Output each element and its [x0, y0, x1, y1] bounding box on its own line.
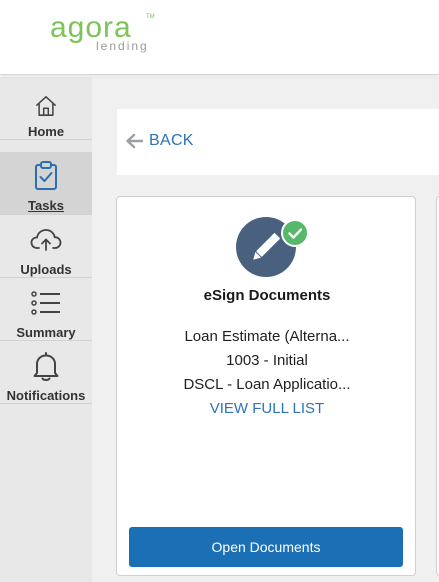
card-title: eSign Documents — [203, 287, 331, 304]
sidebar-item-uploads[interactable]: Uploads — [0, 215, 92, 278]
sidebar-item-label: Tasks — [28, 198, 64, 213]
sidebar-item-label: Summary — [16, 325, 76, 340]
sidebar-item-label: Notifications — [6, 388, 86, 403]
sidebar-item-home[interactable]: Home — [0, 77, 92, 140]
sidebar-item-tasks[interactable]: Tasks — [0, 152, 92, 215]
sidebar-item-label: Uploads — [20, 262, 72, 277]
status-badge — [281, 219, 309, 247]
cloud-upload-icon — [30, 229, 62, 251]
esign-documents-card: eSign Documents Loan Estimate (Alterna..… — [116, 196, 416, 576]
back-button[interactable]: BACK — [125, 130, 194, 152]
clipboard-check-icon — [35, 161, 57, 190]
open-documents-button[interactable]: Open Documents — [129, 527, 403, 567]
sidebar-item-summary[interactable]: Summary — [0, 278, 92, 341]
sidebar-item-label: Home — [27, 124, 65, 139]
agora-logo[interactable]: agora TM lending — [50, 12, 160, 56]
check-icon — [288, 228, 303, 239]
logo-trademark: TM — [146, 14, 155, 20]
list-item: DSCL - Loan Applicatio... — [183, 376, 351, 393]
arrow-left-icon — [126, 133, 143, 149]
list-item: Loan Estimate (Alterna... — [184, 328, 350, 345]
bell-icon — [33, 352, 59, 381]
document-list: Loan Estimate (Alterna... 1003 - Initial… — [117, 325, 417, 421]
back-bar: BACK — [117, 109, 439, 175]
app-header: agora TM lending — [0, 0, 439, 75]
sidebar: Home Tasks Uploads Summary Notifications — [0, 77, 92, 582]
home-icon — [36, 96, 56, 116]
logo-subtitle: lending — [96, 39, 149, 53]
list-icon — [31, 291, 60, 315]
view-full-list-link[interactable]: VIEW FULL LIST — [117, 397, 417, 421]
list-item: 1003 - Initial — [226, 352, 308, 369]
back-label: BACK — [149, 132, 194, 149]
sidebar-item-notifications[interactable]: Notifications — [0, 341, 92, 404]
